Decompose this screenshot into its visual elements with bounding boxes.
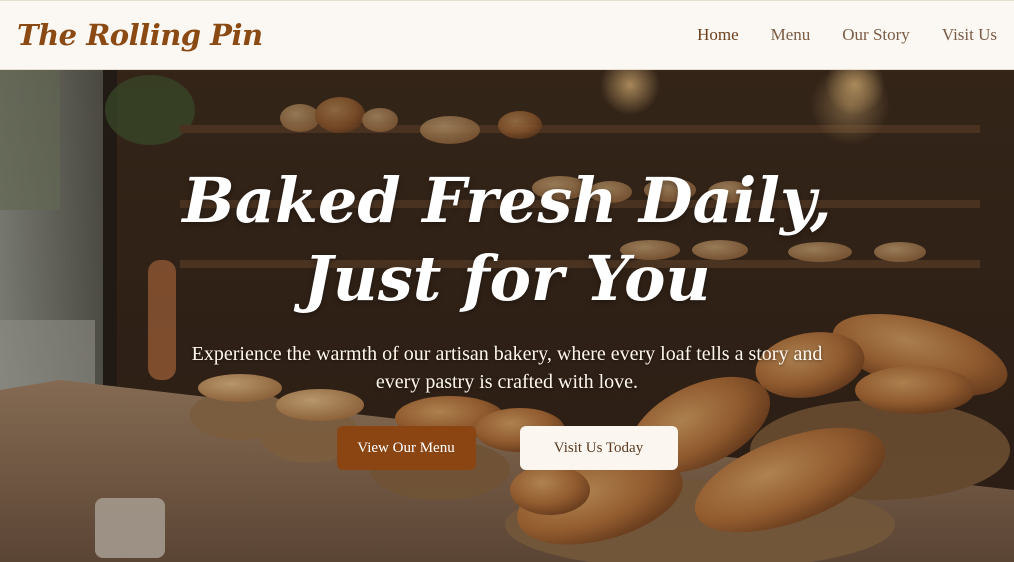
nav-home[interactable]: Home (697, 25, 739, 45)
hero-section: Baked Fresh Daily, Just for You Experien… (0, 70, 1014, 562)
site-logo[interactable]: The Rolling Pin (17, 18, 263, 52)
visit-us-button[interactable]: Visit Us Today (519, 426, 678, 470)
nav-menu[interactable]: Menu (771, 25, 811, 45)
hero-buttons: View Our Menu Visit Us Today (336, 426, 678, 470)
hero-title: Baked Fresh Daily, Just for You (182, 164, 832, 315)
view-menu-button[interactable]: View Our Menu (336, 426, 476, 470)
main-nav: Home Menu Our Story Visit Us (697, 25, 997, 45)
nav-visit-us[interactable]: Visit Us (942, 25, 997, 45)
hero-content: Baked Fresh Daily, Just for You Experien… (0, 70, 1014, 562)
site-header: The Rolling Pin Home Menu Our Story Visi… (0, 0, 1014, 70)
hero-subtitle: Experience the warmth of our artisan bak… (191, 343, 823, 393)
nav-our-story[interactable]: Our Story (842, 25, 910, 45)
